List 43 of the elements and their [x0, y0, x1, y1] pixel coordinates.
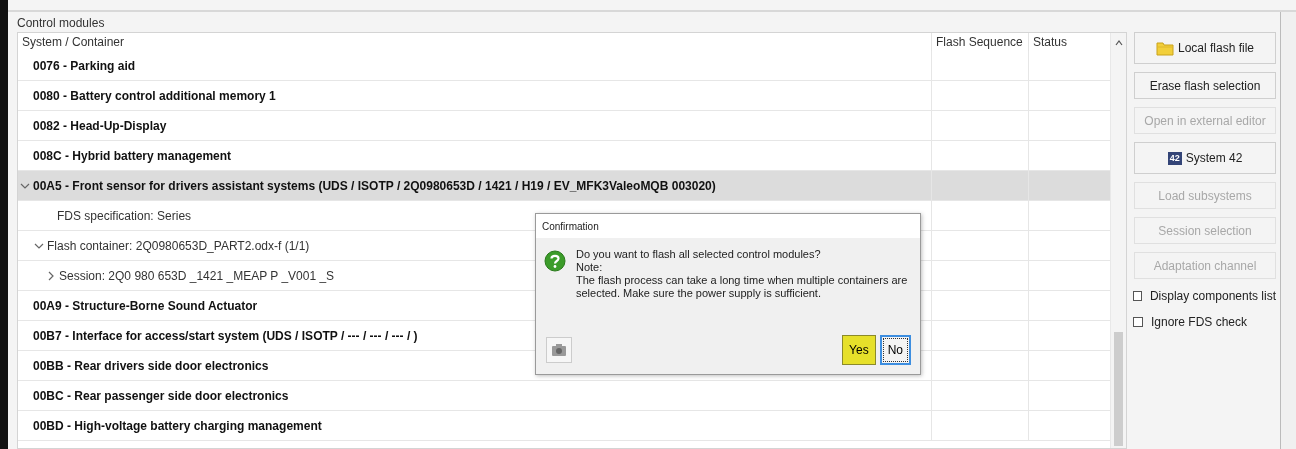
module-name: 00BD - High-voltage battery charging management	[33, 418, 322, 433]
checkbox-label: Ignore FDS check	[1151, 315, 1248, 329]
checkbox[interactable]	[1133, 317, 1143, 327]
module-name: 00A5 - Front sensor for drivers assistant systems (UDS / ISOTP / 2Q0980653D / 1421 / H19 / EV_MFK3ValeoMQB 003020)	[33, 178, 716, 193]
tree-row[interactable]: 00BD - High-voltage battery charging management	[18, 411, 1110, 441]
question-icon	[544, 250, 566, 272]
screenshot-button[interactable]	[546, 337, 572, 363]
action-button[interactable]: Local flash file	[1134, 32, 1276, 64]
module-name: 00BC - Rear passenger side door electronics	[33, 388, 289, 403]
dialog-button[interactable]: No	[879, 335, 911, 365]
scroll-up-icon[interactable]	[1114, 39, 1123, 47]
module-name: 0082 - Head-Up-Display	[33, 118, 167, 133]
action-button[interactable]: 42 System 42	[1134, 142, 1276, 174]
tree-item-text: Session: 2Q0 980 653D _1421 _MEAP P _V001 _S	[59, 268, 335, 283]
tree-row[interactable]: 00BC - Rear passenger side door electronics	[18, 381, 1110, 411]
scrollbar-thumb[interactable]	[1114, 332, 1123, 446]
folder-icon	[1155, 39, 1174, 57]
scrollbar[interactable]	[1110, 33, 1126, 448]
module-name: 0076 - Parking aid	[33, 58, 136, 73]
tree-row[interactable]: 0082 - Head-Up-Display	[18, 111, 1110, 141]
note-label: Note:	[576, 261, 604, 274]
tree-row[interactable]: 0080 - Battery control additional memory 1	[18, 81, 1110, 111]
module-name: 00B7 - Interface for access/start system (UDS / ISOTP / --- / --- / --- / )	[33, 328, 418, 343]
dialog-button[interactable]: Yes	[842, 335, 876, 365]
column-header: Flash Sequence	[931, 33, 1028, 51]
checkbox[interactable]	[1133, 291, 1142, 301]
action-button[interactable]: Erase flash selection	[1134, 72, 1276, 99]
panel-title: Control modules	[16, 15, 106, 32]
dialog-question: Do you want to flash all selected control modules?	[576, 248, 822, 261]
note-text: The flash process can take a long time when multiple containers are selected. Make sure the power supply is sufficient.	[576, 274, 909, 300]
tree-item-text: FDS specification: Series	[57, 208, 192, 223]
system-badge-icon: 42	[1167, 151, 1182, 165]
tree-row[interactable]: 00A5 - Front sensor for drivers assistant systems (UDS / ISOTP / 2Q0980653D / 1421 / H19 / EV_MFK3ValeoMQB 003020)	[18, 171, 1110, 201]
camera-icon	[551, 342, 567, 358]
checkbox-label: Display components list	[1149, 289, 1276, 303]
module-name: 0080 - Battery control additional memory 1	[33, 88, 276, 103]
dialog-title: Confirmation	[536, 214, 920, 238]
module-name: 00BB - Rear drivers side door electronics	[33, 358, 269, 373]
column-header: System / Container	[21, 34, 126, 51]
module-name: 008C - Hybrid battery management	[33, 148, 232, 163]
tree-item-text: Flash container: 2Q0980653D_PART2.odx-f (1/1)	[47, 238, 310, 253]
tree-row[interactable]: 0076 - Parking aid	[18, 51, 1110, 81]
module-name: 00A9 - Structure-Borne Sound Actuator	[33, 298, 258, 313]
